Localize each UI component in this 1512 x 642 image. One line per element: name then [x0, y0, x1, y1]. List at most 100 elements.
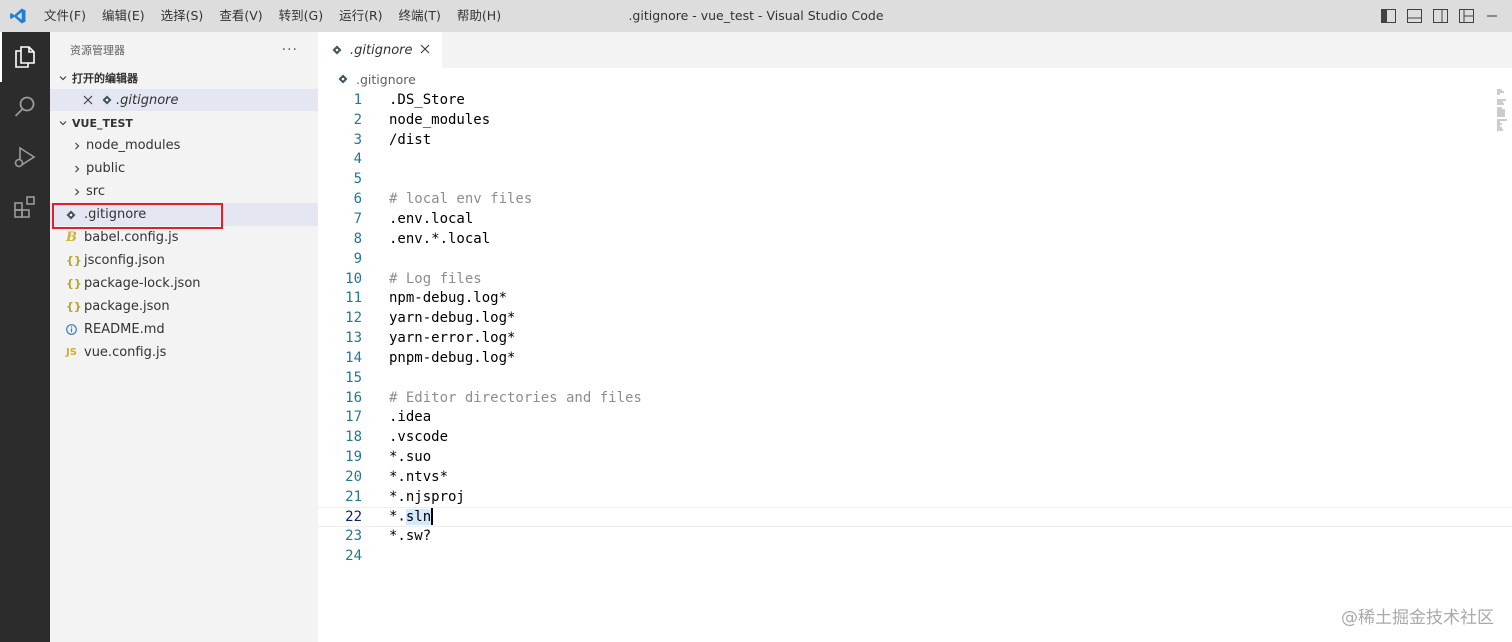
line-number: 12 [345, 310, 362, 327]
layout-controls [1380, 0, 1500, 32]
toggle-panel-icon[interactable] [1406, 8, 1422, 24]
open-editor-filename: .gitignore [116, 92, 179, 108]
code-text: *.sln [389, 508, 433, 526]
file-item[interactable]: {} package-lock.json [50, 272, 318, 295]
line-number: 24 [345, 548, 362, 565]
code-text: yarn-error.log* [389, 330, 516, 347]
code-line: 1 .DS_Store [318, 90, 1512, 110]
activity-bar [0, 32, 50, 642]
extensions-icon[interactable] [0, 182, 50, 232]
code-text: *.ntvs* [389, 468, 449, 485]
code-line: 17 .idea [318, 408, 1512, 428]
javascript-file-icon: JS [66, 347, 77, 358]
open-editors-section[interactable]: 打开的编辑器 [50, 67, 318, 89]
explorer-header: 资源管理器 ··· [50, 32, 318, 67]
babel-file-icon: B [66, 230, 77, 245]
tree-item-label: public [86, 161, 126, 176]
line-number: 14 [345, 349, 362, 366]
customize-layout-icon[interactable] [1458, 8, 1474, 24]
line-number: 17 [345, 409, 362, 426]
editor-area: .gitignore .gitignore 1 .DS_Store 2 node_mo… [318, 32, 1512, 642]
code-line: 21 *.njsproj [318, 487, 1512, 507]
code-text: pnpm-debug.log* [389, 349, 516, 366]
tab-bar: .gitignore [318, 32, 1512, 68]
close-tab-icon[interactable] [420, 42, 430, 58]
code-text: # Log files [389, 270, 482, 287]
tree-item-label: src [86, 184, 105, 199]
code-editor[interactable]: 1 .DS_Store 2 node_modules 3/dist 4 5 6 # local … [318, 90, 1512, 566]
json-file-icon: {} [66, 254, 82, 267]
line-number: 20 [345, 468, 362, 485]
code-line: 6 # local env files [318, 189, 1512, 209]
code-text: .env.*.local [389, 230, 491, 247]
run-debug-icon[interactable] [0, 132, 50, 182]
line-number: 22 [345, 508, 362, 525]
tab-gitignore[interactable]: .gitignore [318, 32, 442, 68]
menu-item[interactable]: 转到(G) [271, 0, 331, 32]
code-line: 19 *.suo [318, 447, 1512, 467]
line-number: 8 [353, 230, 362, 247]
line-number: 4 [353, 151, 362, 168]
vscode-window: 文件(F) 编辑(E) 选择(S) 查看(V) 转到(G) 运行(R) 终端(T) 帮助(H)… [0, 0, 1512, 642]
menu-item[interactable]: 文件(F) [36, 0, 94, 32]
explorer-sidebar: 资源管理器 ··· 打开的编辑器 .gitignore VUE_TEST nod… [50, 32, 318, 642]
code-text: node_modules [389, 111, 491, 128]
file-item[interactable]: {} package.json [50, 295, 318, 318]
folder-item[interactable]: node_modules [50, 134, 318, 157]
json-file-icon: {} [66, 300, 82, 313]
file-item[interactable]: {} jsconfig.json [50, 249, 318, 272]
line-number: 6 [353, 191, 362, 208]
menu-item[interactable]: 帮助(H) [449, 0, 509, 32]
line-number: 2 [353, 111, 362, 128]
menu-bar: 文件(F) 编辑(E) 选择(S) 查看(V) 转到(G) 运行(R) 终端(T) 帮助(H) [36, 0, 509, 32]
folder-item[interactable]: public [50, 157, 318, 180]
toggle-primary-sidebar-icon[interactable] [1380, 8, 1396, 24]
explorer-title: 资源管理器 [70, 43, 125, 57]
folder-item[interactable]: src [50, 180, 318, 203]
line-number: 11 [345, 290, 362, 307]
toggle-secondary-sidebar-icon[interactable] [1432, 8, 1448, 24]
code-line: 8 .env.*.local [318, 229, 1512, 249]
tree-item-label: node_modules [86, 138, 181, 153]
code-line: 14 pnpm-debug.log* [318, 348, 1512, 368]
code-line: 12 yarn-debug.log* [318, 308, 1512, 328]
watermark: @稀土掘金技术社区 [1341, 608, 1494, 628]
project-label: VUE_TEST [72, 116, 133, 130]
code-text: .DS_Store [389, 91, 465, 108]
tree-item-label: vue.config.js [84, 345, 167, 360]
vscode-logo-icon [0, 0, 36, 32]
menu-item[interactable]: 选择(S) [153, 0, 212, 32]
code-line: 18 .vscode [318, 427, 1512, 447]
code-line: 9 [318, 249, 1512, 269]
file-tree: node_modules public src .gitignore Bbabel.co… [50, 134, 318, 364]
line-number: 9 [353, 250, 362, 267]
more-actions-button[interactable]: ··· [282, 42, 298, 58]
line-number: 18 [345, 429, 362, 446]
project-section[interactable]: VUE_TEST [50, 112, 318, 134]
search-icon[interactable] [0, 82, 50, 132]
line-number: 19 [345, 449, 362, 466]
explorer-icon[interactable] [0, 32, 50, 82]
close-icon[interactable] [78, 95, 98, 105]
file-item[interactable]: Bbabel.config.js [50, 226, 318, 249]
code-line: 22 *.sln [318, 506, 1512, 527]
chevron-down-icon [56, 73, 70, 83]
text-cursor [431, 508, 433, 526]
code-text: # Editor directories and files [389, 389, 642, 406]
breadcrumb[interactable]: .gitignore [318, 68, 1512, 90]
git-file-icon [98, 95, 116, 105]
minimap[interactable] [1496, 88, 1508, 132]
code-text: .idea [389, 409, 432, 426]
line-number: 16 [345, 389, 362, 406]
file-item[interactable]: JS vue.config.js [50, 341, 318, 364]
open-editor-item[interactable]: .gitignore [50, 89, 318, 111]
line-number: 15 [345, 369, 362, 386]
menu-item[interactable]: 查看(V) [211, 0, 270, 32]
code-text: *.njsproj [389, 488, 465, 505]
minimize-icon[interactable] [1484, 8, 1500, 24]
menu-item[interactable]: 终端(T) [391, 0, 449, 32]
menu-item[interactable]: 运行(R) [331, 0, 390, 32]
menu-item[interactable]: 编辑(E) [94, 0, 153, 32]
file-item[interactable]: README.md [50, 318, 318, 341]
chevron-right-icon [70, 187, 84, 197]
